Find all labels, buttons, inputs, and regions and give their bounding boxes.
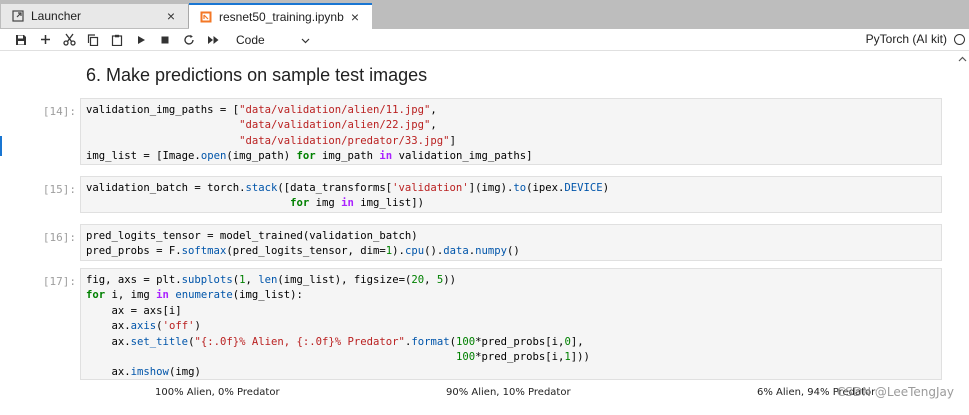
code-cell[interactable]: [14]: validation_img_paths = ["data/vali… xyxy=(0,98,956,165)
fast-forward-icon[interactable] xyxy=(204,31,222,49)
copy-icon[interactable] xyxy=(84,31,102,49)
cell-type-select[interactable]: Code xyxy=(236,33,310,47)
watermark: CSDN @LeeTengJay xyxy=(836,385,954,399)
cell-input[interactable]: validation_img_paths = ["data/validation… xyxy=(80,98,942,165)
save-icon[interactable] xyxy=(12,31,30,49)
cell-type-value: Code xyxy=(236,32,265,47)
restart-icon[interactable] xyxy=(180,31,198,49)
markdown-heading: 6. Make predictions on sample test image… xyxy=(86,65,428,85)
cell-prompt: [16]: xyxy=(42,231,76,244)
add-icon[interactable] xyxy=(36,31,54,49)
notebook-icon xyxy=(198,11,214,23)
close-icon[interactable]: × xyxy=(164,9,178,23)
kernel-indicator[interactable]: PyTorch (AI kit) xyxy=(866,32,965,46)
output-title: 100% Alien, 0% Predator xyxy=(155,387,280,398)
close-icon[interactable]: × xyxy=(348,10,362,24)
stop-icon[interactable] xyxy=(156,31,174,49)
cell-input[interactable]: pred_logits_tensor = model_trained(valid… xyxy=(80,224,942,261)
launcher-icon xyxy=(10,10,26,22)
cell-input[interactable]: validation_batch = torch.stack([data_tra… xyxy=(80,176,942,213)
output-title: 90% Alien, 10% Predator xyxy=(446,387,571,398)
cell-input[interactable]: fig, axs = plt.subplots(1, len(img_list)… xyxy=(80,268,942,380)
tab-label: resnet50_training.ipynb xyxy=(219,10,344,24)
code-cell[interactable]: [17]: fig, axs = plt.subplots(1, len(img… xyxy=(0,268,956,380)
cut-icon[interactable] xyxy=(60,31,78,49)
kernel-name: PyTorch (AI kit) xyxy=(865,32,947,46)
paste-icon[interactable] xyxy=(108,31,126,49)
cell-code[interactable]: fig, axs = plt.subplots(1, len(img_list)… xyxy=(86,273,590,381)
cell-prompt: [17]: xyxy=(42,275,76,288)
scroll-up-icon[interactable] xyxy=(958,54,967,65)
run-icon[interactable] xyxy=(132,31,150,49)
tab-notebook[interactable]: resnet50_training.ipynb × xyxy=(189,3,372,29)
cell-prompt: [14]: xyxy=(42,105,76,118)
chevron-down-icon xyxy=(301,33,310,47)
cell-code[interactable]: pred_logits_tensor = model_trained(valid… xyxy=(86,229,520,260)
tab-launcher[interactable]: Launcher × xyxy=(1,4,189,28)
scrollbar[interactable] xyxy=(956,51,969,415)
tab-label: Launcher xyxy=(31,9,82,23)
code-cell[interactable]: [15]: validation_batch = torch.stack([da… xyxy=(0,176,956,213)
cell-prompt: [15]: xyxy=(42,183,76,196)
cell-code[interactable]: validation_img_paths = ["data/validation… xyxy=(86,103,533,165)
cell-code[interactable]: validation_batch = torch.stack([data_tra… xyxy=(86,181,609,212)
kernel-status-icon xyxy=(954,33,965,45)
notebook-toolbar: Code PyTorch (AI kit) xyxy=(0,29,969,51)
code-cell[interactable]: [16]: pred_logits_tensor = model_trained… xyxy=(0,224,956,261)
tab-bar: Launcher × resnet50_training.ipynb × xyxy=(0,0,969,29)
